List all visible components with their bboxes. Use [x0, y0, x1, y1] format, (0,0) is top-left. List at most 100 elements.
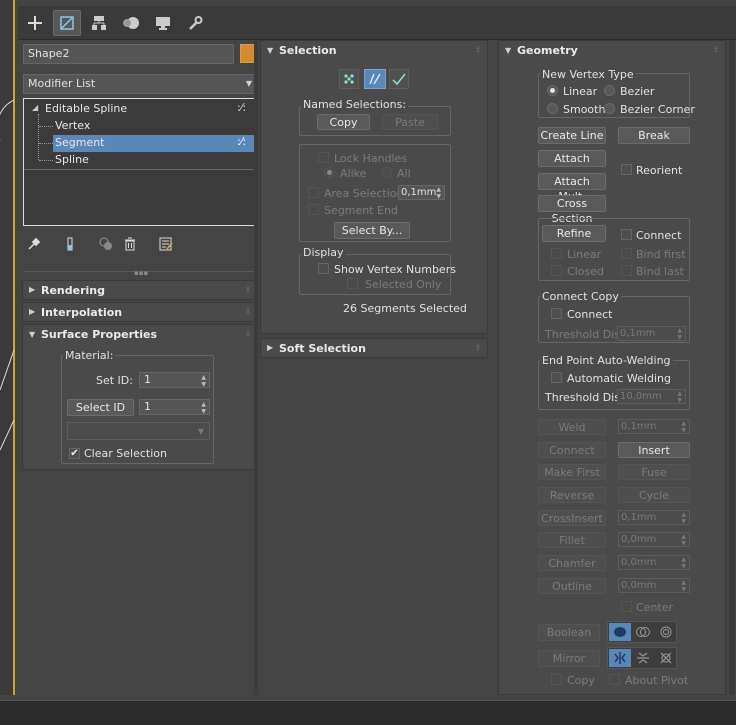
select-id-spinner[interactable]: 1 ▲ ▼ [139, 399, 210, 415]
selected-only-checkbox[interactable] [347, 278, 358, 289]
spinner-arrows-icon[interactable]: ▲ ▼ [681, 579, 686, 593]
drag-grip-icon[interactable]: ⁞⁞ [246, 329, 250, 338]
rollout-title-geometry[interactable]: Geometry [517, 44, 578, 57]
connect-button[interactable]: Connect [538, 442, 606, 458]
spinner-arrows-icon[interactable]: ▲ ▼ [201, 401, 206, 415]
outline-button[interactable]: Outline [538, 578, 606, 594]
area-selection-checkbox[interactable] [308, 187, 319, 198]
alike-radio[interactable] [324, 167, 335, 178]
rollout-title-surface-properties[interactable]: Surface Properties [41, 328, 157, 341]
crossinsert-button[interactable]: CrossInsert [538, 510, 606, 526]
break-button[interactable]: Break [618, 127, 690, 144]
refine-button[interactable]: Refine [542, 225, 606, 242]
outline-spinner[interactable]: 0,0mm ▲ ▼ [618, 578, 690, 593]
mirror-vertical-icon[interactable] [632, 649, 654, 667]
drag-grip-icon[interactable]: ⁞⁞ [476, 45, 480, 54]
spinner-arrows-icon[interactable]: ▲ ▼ [436, 186, 441, 200]
vertex-level-button[interactable] [339, 69, 359, 89]
hierarchy-tab-icon[interactable] [85, 10, 113, 36]
fillet-spinner[interactable]: 0,0mm ▲ ▼ [618, 532, 690, 547]
trash-icon[interactable] [120, 234, 140, 254]
collapse-triangle-icon[interactable]: ▼ [505, 46, 511, 55]
chamfer-button[interactable]: Chamfer [538, 555, 606, 571]
fuse-button[interactable]: Fuse [618, 464, 690, 480]
rollout-title-selection[interactable]: Selection [279, 44, 337, 57]
light-bulb-icon[interactable]: :⁄: [237, 135, 246, 148]
refine-linear-checkbox[interactable] [551, 248, 562, 259]
spinner-arrows-icon[interactable]: ▲ ▼ [681, 420, 686, 434]
segment-level-button[interactable] [364, 69, 386, 89]
stack-item-segment[interactable]: Segment [55, 136, 105, 149]
connect-copy-checkbox[interactable] [551, 308, 562, 319]
subtraction-icon[interactable] [632, 623, 654, 641]
create-line-button[interactable]: Create Line [538, 127, 606, 144]
stack-item-spline[interactable]: Spline [55, 153, 89, 166]
modify-tab-icon[interactable] [53, 10, 81, 36]
union-icon[interactable] [609, 623, 631, 641]
intersection-icon[interactable] [655, 623, 677, 641]
stack-item-editable-spline[interactable]: Editable Spline [45, 102, 127, 115]
bezier-corner-radio[interactable] [604, 103, 615, 114]
drag-grip-icon[interactable]: ⁞⁞ [714, 45, 718, 54]
segment-end-checkbox[interactable] [308, 204, 319, 215]
motion-tab-icon[interactable] [117, 10, 145, 36]
select-id-button[interactable]: Select ID [67, 399, 134, 416]
modifier-stack[interactable]: ◢ Editable Spline :⁄: Vertex Segment :⁄:… [23, 98, 258, 226]
closed-checkbox[interactable] [551, 265, 562, 276]
stack-item-vertex[interactable]: Vertex [55, 119, 90, 132]
insert-button[interactable]: Insert [618, 442, 690, 458]
viewport-edge[interactable] [0, 0, 15, 695]
drag-grip-icon[interactable]: ⁞⁞ [476, 343, 480, 352]
spinner-arrows-icon[interactable]: ▲ ▼ [681, 511, 686, 525]
bind-first-checkbox[interactable] [621, 248, 632, 259]
spinner-arrows-icon[interactable]: ▲ ▼ [677, 327, 682, 341]
display-tab-icon[interactable] [149, 10, 177, 36]
configure-modifier-sets-icon[interactable] [156, 234, 176, 254]
clear-selection-checkbox[interactable]: ✔ [69, 448, 80, 459]
fillet-button[interactable]: Fillet [538, 532, 606, 548]
mirror-horizontal-icon[interactable] [609, 649, 631, 667]
rollout-soft-selection[interactable]: ▶ Soft Selection ⁞⁞ [260, 338, 488, 358]
collapse-triangle-icon[interactable]: ▼ [267, 46, 273, 55]
center-checkbox[interactable] [621, 601, 632, 612]
copy-button[interactable]: Copy [317, 114, 370, 130]
spinner-arrows-icon[interactable]: ▲ ▼ [681, 533, 686, 547]
splitter-handle[interactable]: ▪▪▪ [134, 269, 148, 277]
select-by-button[interactable]: Select By... [334, 222, 410, 239]
modifier-list-dropdown[interactable]: Modifier List ▼ [23, 74, 258, 94]
auto-weld-threshold-spinner[interactable]: 10,0mm ▲ ▼ [617, 389, 686, 404]
show-vertex-numbers-checkbox[interactable] [318, 263, 329, 274]
make-first-button[interactable]: Make First [538, 464, 606, 480]
linear-radio[interactable] [547, 85, 558, 96]
rollout-rendering[interactable]: ▶ Rendering ⁞⁞ [22, 280, 258, 300]
attach-button[interactable]: Attach [538, 150, 606, 167]
rollout-interpolation[interactable]: ▶ Interpolation ⁞⁞ [22, 302, 258, 322]
reverse-button[interactable]: Reverse [538, 487, 606, 503]
bind-last-checkbox[interactable] [621, 265, 632, 276]
pin-stack-icon[interactable] [24, 234, 44, 254]
cross-section-button[interactable]: Cross Section [538, 195, 606, 225]
weld-button[interactable]: Weld [538, 419, 606, 435]
object-name-field[interactable]: Shape2 [23, 44, 234, 64]
collapse-triangle-icon[interactable]: ▼ [29, 330, 35, 339]
drag-grip-icon[interactable]: ⁞⁞ [246, 307, 250, 316]
about-pivot-checkbox[interactable] [609, 674, 620, 685]
crossinsert-spinner[interactable]: 0,1mm ▲ ▼ [618, 510, 690, 525]
area-selection-spinner[interactable]: 0,1mm ▲ ▼ [398, 185, 445, 200]
weld-spinner[interactable]: 0,1mm ▲ ▼ [618, 419, 690, 434]
mirror-both-icon[interactable] [655, 649, 677, 667]
spline-level-button[interactable] [389, 69, 409, 89]
show-end-result-icon[interactable] [60, 234, 80, 254]
material-name-dropdown[interactable]: ▼ [67, 422, 210, 440]
mirror-button[interactable]: Mirror [538, 650, 600, 667]
boolean-button[interactable]: Boolean [538, 624, 600, 641]
spinner-arrows-icon[interactable]: ▲ ▼ [681, 556, 686, 570]
connect-checkbox[interactable] [621, 229, 632, 240]
drag-grip-icon[interactable]: ⁞⁞ [246, 285, 250, 294]
smooth-radio[interactable] [547, 103, 558, 114]
spinner-arrows-icon[interactable]: ▲ ▼ [677, 390, 682, 404]
panel-scrollbar[interactable] [729, 40, 735, 695]
create-tab-icon[interactable] [21, 10, 49, 36]
connect-copy-threshold-spinner[interactable]: 0,1mm ▲ ▼ [617, 326, 686, 341]
set-id-spinner[interactable]: 1 ▲ ▼ [139, 372, 210, 388]
